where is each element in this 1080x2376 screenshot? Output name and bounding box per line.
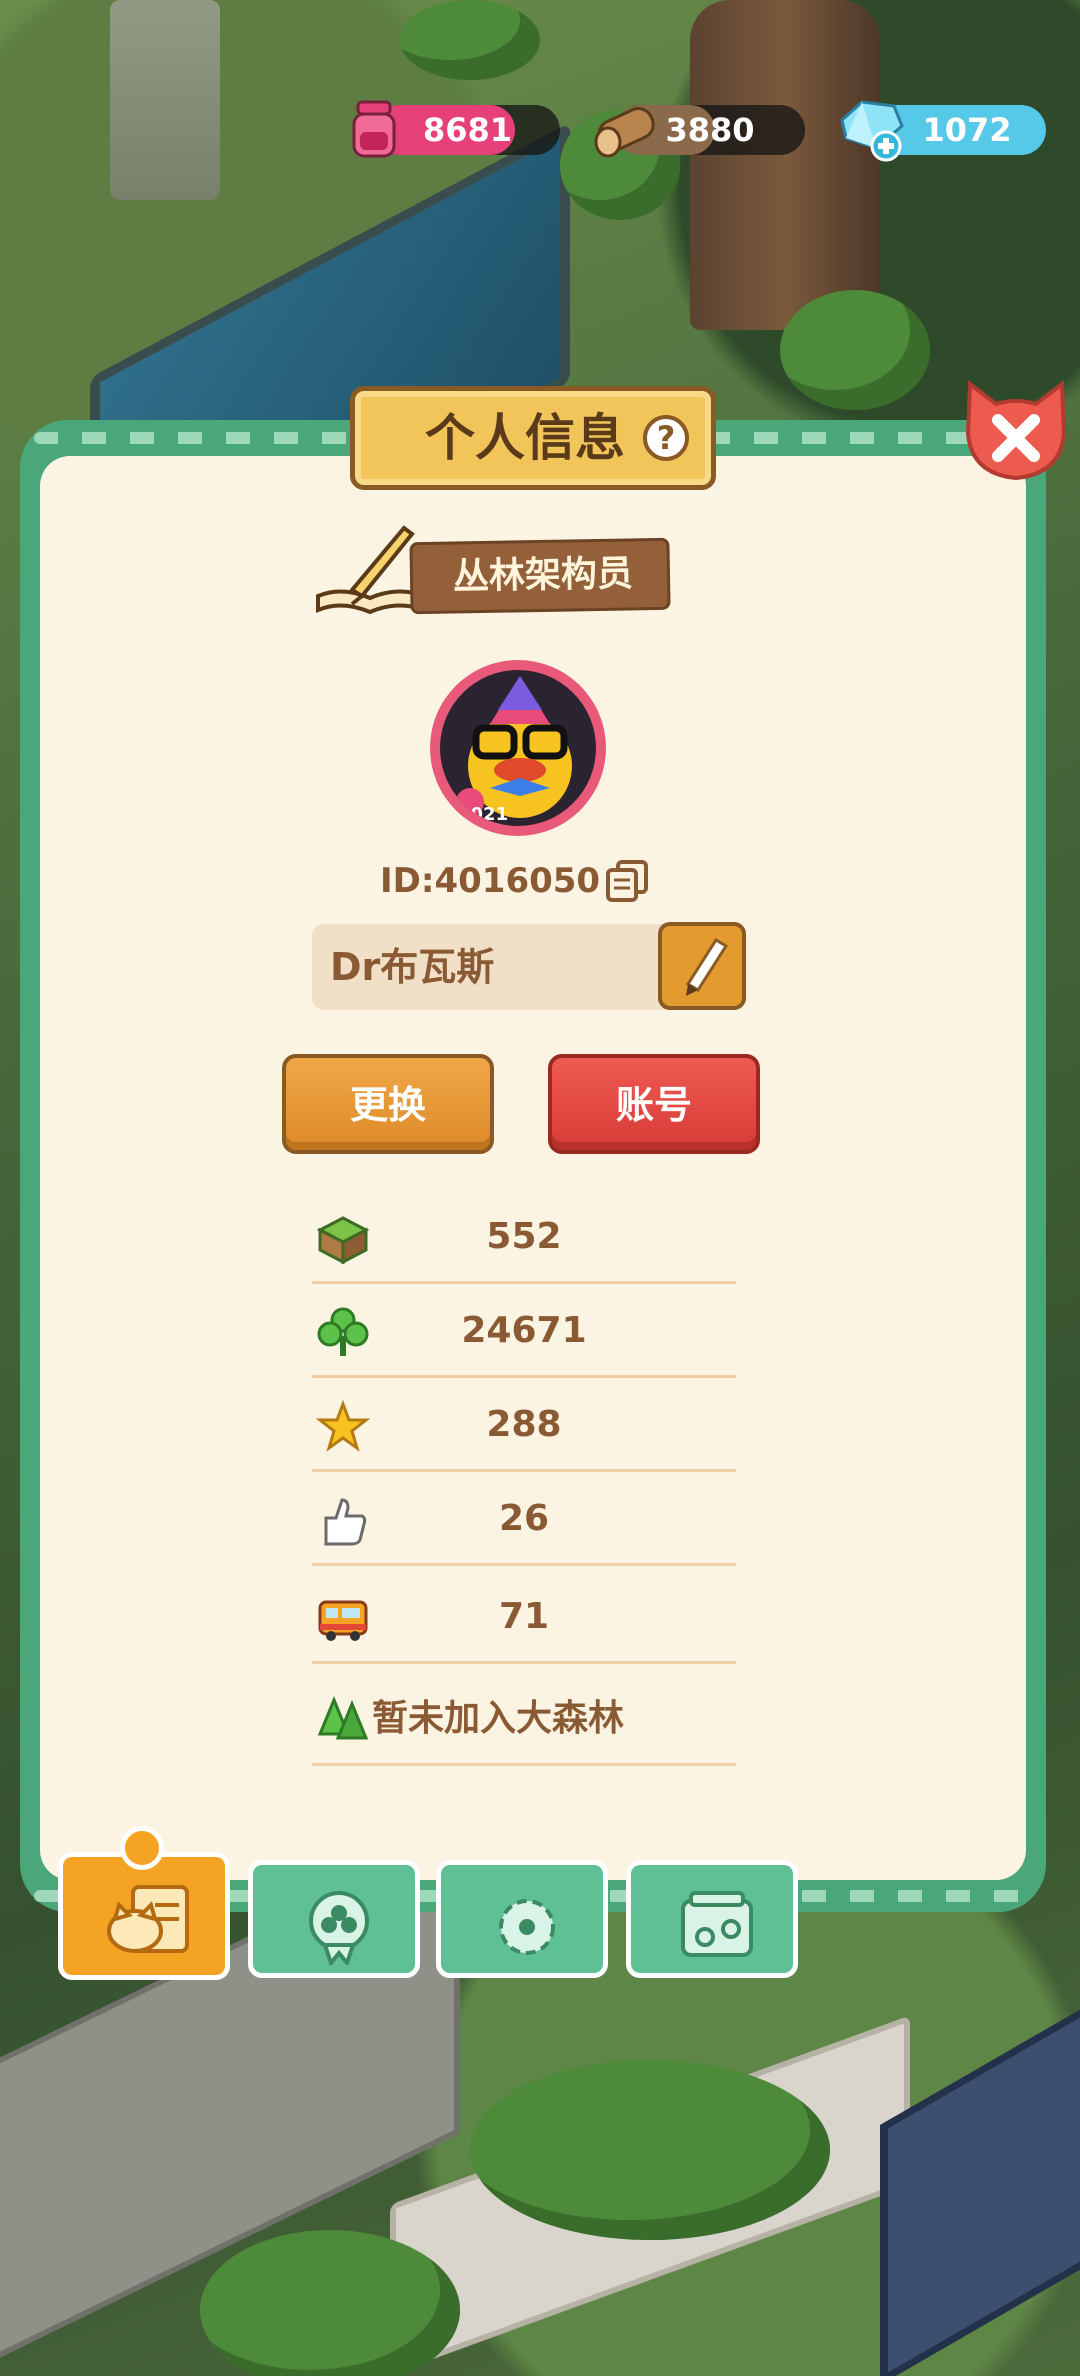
stat-row-forest: 暂未加入大森林 (312, 1672, 736, 1766)
duck-avatar-icon: 2021 (456, 676, 572, 825)
bush (780, 290, 930, 410)
wood-log-icon (594, 107, 655, 158)
stat-row-likes: 26 (312, 1472, 736, 1566)
tab-badges[interactable] (248, 1860, 420, 1978)
stat-star-value: 288 (486, 1404, 562, 1445)
account-button[interactable]: 账号 (548, 1054, 760, 1154)
help-icon[interactable]: ? (643, 415, 689, 461)
stat-land-value: 552 (486, 1216, 562, 1257)
pencil-icon (685, 937, 729, 996)
tab-album[interactable] (626, 1860, 798, 1978)
stat-clover-value: 24671 (461, 1310, 587, 1351)
stat-row-star: 288 (312, 1378, 736, 1472)
edit-name-button[interactable] (658, 922, 746, 1010)
panel-title: 个人信息 (425, 409, 625, 467)
bush (200, 2230, 460, 2376)
stat-row-clover: 24671 (312, 1284, 736, 1378)
forest-status: 暂未加入大森林 (372, 1698, 625, 1739)
berry-bush (470, 2060, 830, 2240)
stat-bus-value: 71 (498, 1596, 550, 1637)
copy-icon[interactable] (604, 858, 650, 904)
close-button[interactable] (956, 374, 1076, 486)
ink-resource-bar[interactable]: 8681 (375, 105, 560, 155)
tab-profile-tag (120, 1826, 164, 1870)
stat-likes-value: 26 (498, 1498, 550, 1539)
player-id: ID:4016050 (380, 861, 601, 901)
profile-card-icon (107, 1885, 189, 1953)
stat-row-bus: 71 (312, 1570, 736, 1664)
gear-icon (499, 1899, 555, 1955)
forest-trees-icon (317, 1696, 369, 1740)
photo-album-icon (681, 1891, 753, 1957)
stone-lantern (110, 0, 220, 200)
tab-profile[interactable] (58, 1852, 230, 1980)
rank-title: 丛林架构员 (452, 553, 634, 598)
change-avatar-button[interactable]: 更换 (282, 1054, 494, 1154)
badge-rosette-icon (309, 1891, 369, 1965)
ink-count: 8681 (422, 111, 513, 149)
player-name: Dr布瓦斯 (330, 945, 495, 989)
player-id-row: ID:4016050 (380, 852, 680, 910)
player-avatar[interactable]: 2021 (430, 660, 606, 836)
big-tree (690, 0, 880, 330)
gem-plus-icon[interactable] (832, 96, 910, 164)
tab-settings[interactable] (436, 1860, 608, 1978)
panel-title-plate: 个人信息 ? (350, 386, 716, 490)
rank-title-plate: 丛林架构员 (409, 537, 671, 615)
stat-row-land: 552 (312, 1190, 736, 1284)
bush (400, 0, 540, 80)
ink-bottle-icon (352, 100, 396, 158)
